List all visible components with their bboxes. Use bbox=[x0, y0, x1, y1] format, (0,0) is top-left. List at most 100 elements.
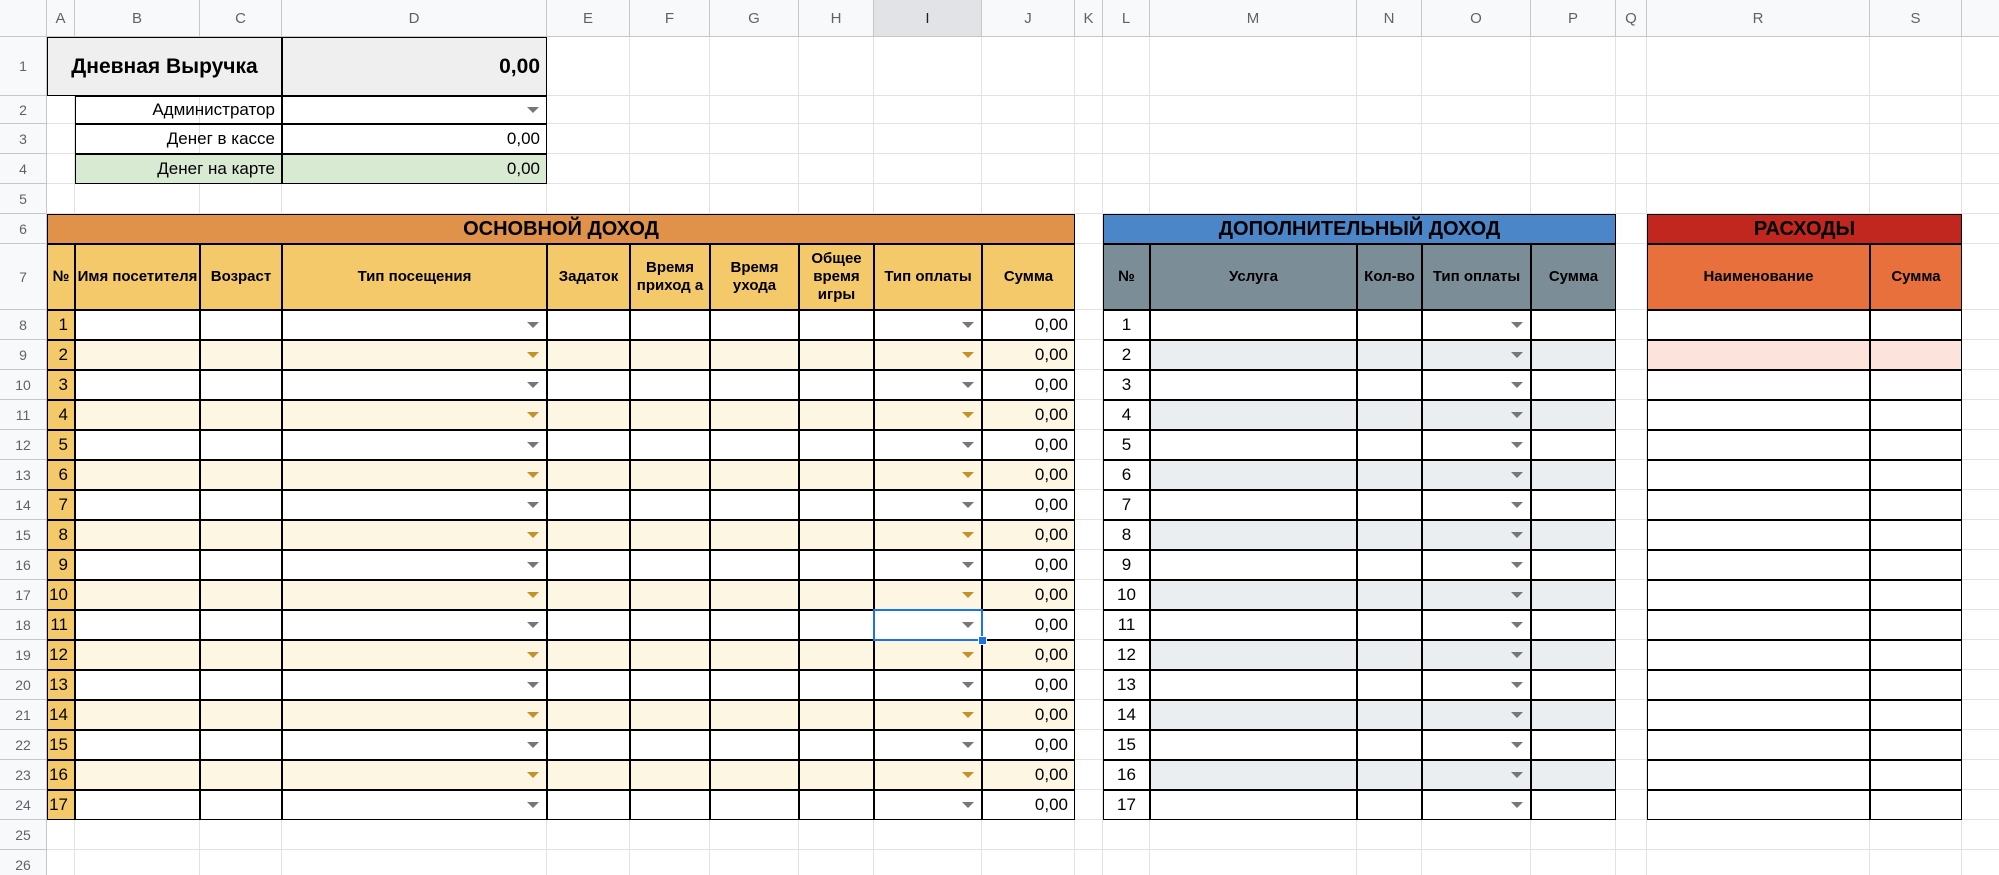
extra-income-cell[interactable] bbox=[1150, 580, 1357, 610]
column-header-o[interactable]: O bbox=[1422, 0, 1531, 37]
dropdown-arrow-icon[interactable] bbox=[1511, 532, 1523, 538]
dropdown-arrow-icon[interactable] bbox=[962, 652, 974, 658]
main-income-cell[interactable] bbox=[799, 400, 874, 430]
main-income-cell[interactable] bbox=[710, 460, 799, 490]
row-header[interactable]: 5 bbox=[0, 184, 47, 214]
dropdown-arrow-icon[interactable] bbox=[527, 802, 539, 808]
main-income-cell[interactable] bbox=[200, 400, 282, 430]
dropdown-arrow-icon[interactable] bbox=[962, 412, 974, 418]
dropdown-arrow-icon[interactable] bbox=[527, 682, 539, 688]
main-income-cell[interactable] bbox=[547, 460, 630, 490]
extra-income-cell[interactable] bbox=[1150, 730, 1357, 760]
expenses-cell[interactable] bbox=[1647, 580, 1870, 610]
extra-income-cell[interactable] bbox=[1531, 640, 1616, 670]
expenses-cell[interactable] bbox=[1647, 610, 1870, 640]
main-income-cell[interactable] bbox=[200, 700, 282, 730]
main-income-cell[interactable] bbox=[710, 640, 799, 670]
main-income-cell[interactable] bbox=[200, 430, 282, 460]
extra-income-cell[interactable] bbox=[1531, 370, 1616, 400]
column-header-f[interactable]: F bbox=[630, 0, 710, 37]
dropdown-arrow-icon[interactable] bbox=[527, 652, 539, 658]
extra-income-cell[interactable] bbox=[1150, 610, 1357, 640]
column-header-t[interactable] bbox=[1962, 0, 1999, 37]
main-income-cell[interactable] bbox=[799, 760, 874, 790]
dropdown-arrow-icon[interactable] bbox=[1511, 622, 1523, 628]
main-income-cell[interactable] bbox=[200, 760, 282, 790]
expenses-cell[interactable] bbox=[1870, 460, 1962, 490]
main-income-cell[interactable] bbox=[710, 370, 799, 400]
extra-income-cell[interactable] bbox=[1150, 670, 1357, 700]
main-income-cell[interactable] bbox=[547, 370, 630, 400]
expenses-cell[interactable] bbox=[1647, 730, 1870, 760]
row-header[interactable]: 1 bbox=[0, 37, 47, 96]
dropdown-arrow-icon[interactable] bbox=[962, 322, 974, 328]
expenses-cell[interactable] bbox=[1647, 640, 1870, 670]
main-income-cell[interactable] bbox=[200, 610, 282, 640]
dropdown-arrow-icon[interactable] bbox=[527, 412, 539, 418]
extra-income-cell[interactable] bbox=[1150, 430, 1357, 460]
main-income-cell[interactable] bbox=[200, 370, 282, 400]
column-header-g[interactable]: G bbox=[710, 0, 799, 37]
dropdown-arrow-icon[interactable] bbox=[527, 622, 539, 628]
extra-income-cell[interactable] bbox=[1531, 700, 1616, 730]
dropdown-arrow-icon[interactable] bbox=[527, 772, 539, 778]
main-income-cell[interactable] bbox=[630, 760, 710, 790]
select-all-corner[interactable] bbox=[0, 0, 47, 37]
row-header[interactable]: 25 bbox=[0, 820, 47, 850]
dropdown-arrow-icon[interactable] bbox=[962, 682, 974, 688]
main-income-cell[interactable] bbox=[547, 310, 630, 340]
extra-income-cell[interactable] bbox=[1150, 460, 1357, 490]
expenses-cell[interactable] bbox=[1870, 400, 1962, 430]
extra-income-cell[interactable] bbox=[1357, 760, 1422, 790]
main-income-cell[interactable] bbox=[799, 550, 874, 580]
main-income-cell[interactable] bbox=[710, 340, 799, 370]
extra-income-cell[interactable] bbox=[1531, 460, 1616, 490]
row-header[interactable]: 9 bbox=[0, 340, 47, 370]
row-header[interactable]: 19 bbox=[0, 640, 47, 670]
main-income-cell[interactable] bbox=[282, 430, 547, 460]
column-header-b[interactable]: B bbox=[75, 0, 200, 37]
main-income-cell[interactable] bbox=[75, 610, 200, 640]
dropdown-arrow-icon[interactable] bbox=[1511, 712, 1523, 718]
main-income-cell[interactable] bbox=[282, 670, 547, 700]
main-income-cell[interactable] bbox=[799, 580, 874, 610]
dropdown-arrow-icon[interactable] bbox=[962, 472, 974, 478]
expenses-cell[interactable] bbox=[1870, 370, 1962, 400]
main-income-cell[interactable] bbox=[630, 670, 710, 700]
dropdown-arrow-icon[interactable] bbox=[962, 592, 974, 598]
main-income-cell[interactable] bbox=[630, 310, 710, 340]
row-header[interactable]: 26 bbox=[0, 850, 47, 875]
expenses-cell[interactable] bbox=[1647, 310, 1870, 340]
main-income-cell[interactable] bbox=[200, 520, 282, 550]
main-income-cell[interactable] bbox=[799, 700, 874, 730]
extra-income-cell[interactable] bbox=[1150, 790, 1357, 820]
row-header[interactable]: 6 bbox=[0, 214, 47, 244]
main-income-cell[interactable] bbox=[630, 400, 710, 430]
main-income-cell[interactable] bbox=[710, 400, 799, 430]
dropdown-arrow-icon[interactable] bbox=[527, 442, 539, 448]
column-header-a[interactable]: A bbox=[47, 0, 75, 37]
dropdown-arrow-icon[interactable] bbox=[527, 532, 539, 538]
dropdown-arrow-icon[interactable] bbox=[1511, 772, 1523, 778]
main-income-cell[interactable] bbox=[282, 550, 547, 580]
main-income-cell[interactable] bbox=[630, 580, 710, 610]
extra-income-cell[interactable] bbox=[1531, 580, 1616, 610]
extra-income-cell[interactable] bbox=[1531, 610, 1616, 640]
main-income-cell[interactable] bbox=[75, 400, 200, 430]
extra-income-cell[interactable] bbox=[1531, 550, 1616, 580]
main-income-cell[interactable] bbox=[282, 640, 547, 670]
expenses-cell[interactable] bbox=[1647, 760, 1870, 790]
extra-income-cell[interactable] bbox=[1150, 340, 1357, 370]
dropdown-arrow-icon[interactable] bbox=[962, 802, 974, 808]
main-income-cell[interactable] bbox=[799, 490, 874, 520]
row-header[interactable]: 22 bbox=[0, 730, 47, 760]
main-income-cell[interactable] bbox=[200, 340, 282, 370]
column-header-s[interactable]: S bbox=[1870, 0, 1962, 37]
main-income-cell[interactable] bbox=[630, 730, 710, 760]
expenses-cell[interactable] bbox=[1870, 730, 1962, 760]
main-income-cell[interactable] bbox=[799, 370, 874, 400]
dropdown-arrow-icon[interactable] bbox=[1511, 802, 1523, 808]
extra-income-cell[interactable] bbox=[1150, 640, 1357, 670]
column-header-l[interactable]: L bbox=[1103, 0, 1150, 37]
main-income-cell[interactable] bbox=[200, 670, 282, 700]
